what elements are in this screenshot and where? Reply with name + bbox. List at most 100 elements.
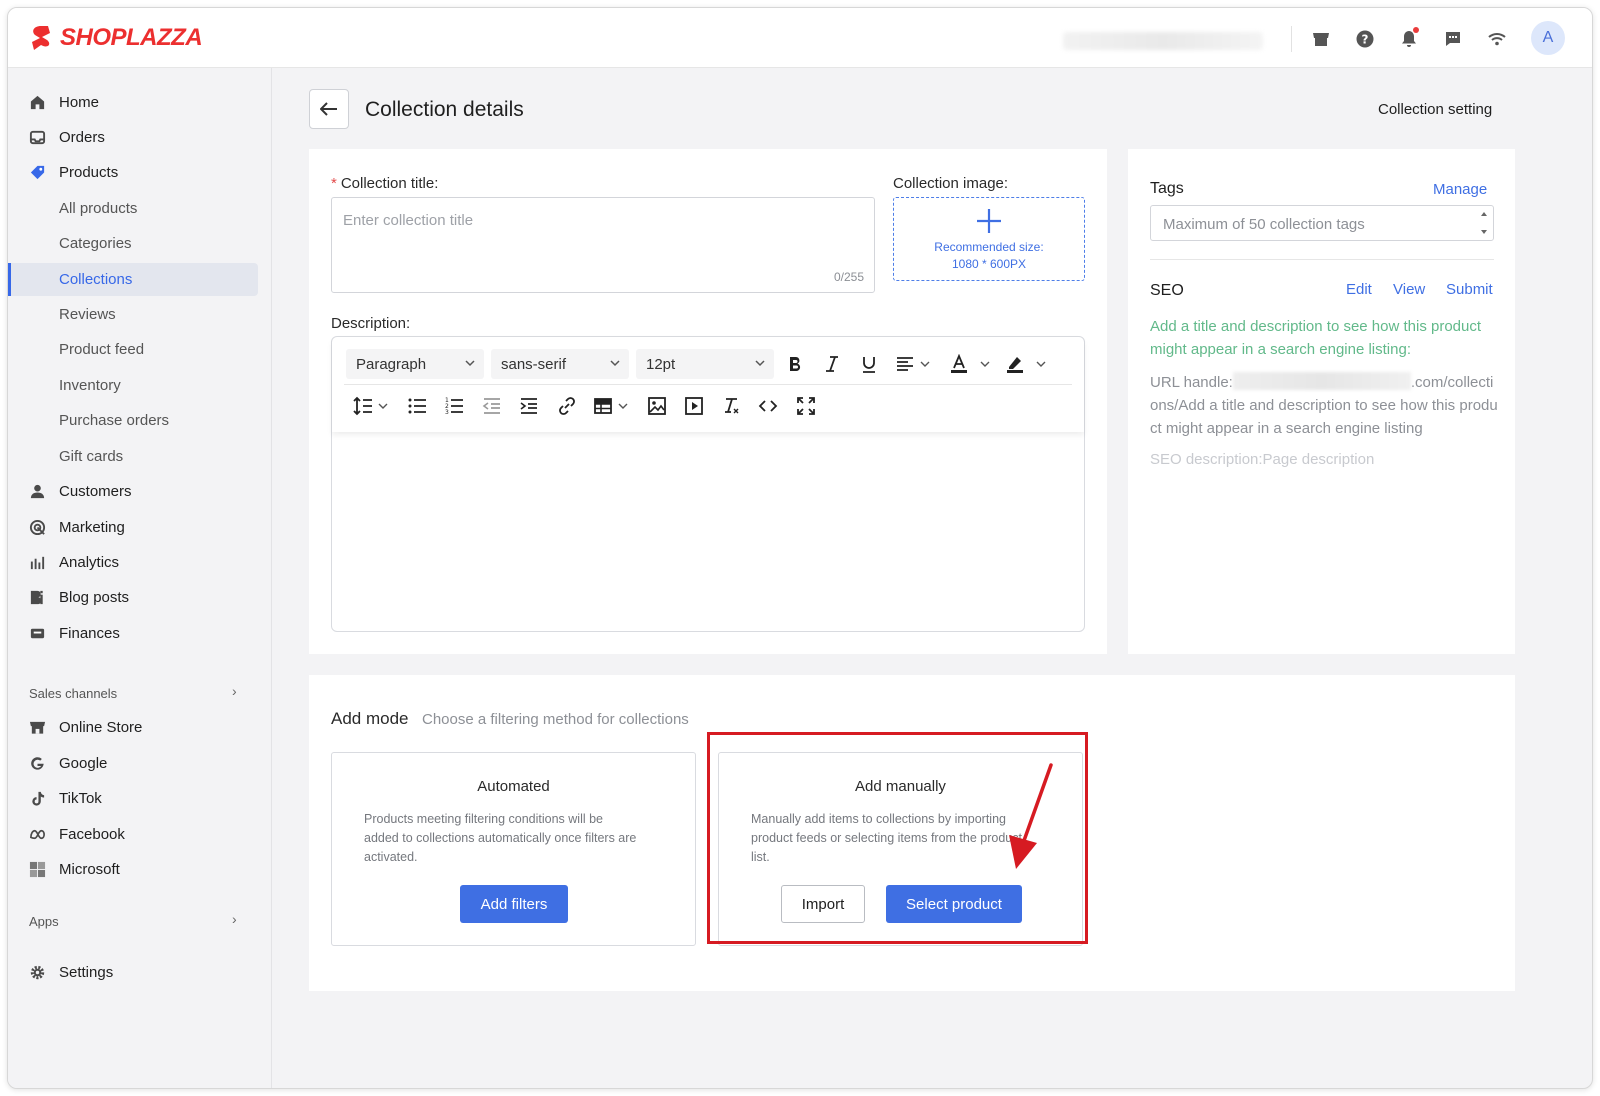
sidebar-sub-collections[interactable]: Collections — [8, 263, 258, 296]
underline-icon[interactable] — [856, 351, 882, 377]
notification-dot — [1413, 27, 1419, 33]
sidebar-sub-categories[interactable]: Categories — [8, 227, 258, 260]
chevron-down-icon[interactable] — [1036, 359, 1046, 369]
description-label: Description: — [331, 315, 411, 332]
blog-icon — [28, 589, 46, 607]
sidebar-item-finances[interactable]: Finances — [8, 617, 258, 650]
link-icon[interactable] — [554, 393, 580, 419]
numbered-list-icon[interactable]: 123 — [441, 393, 467, 419]
google-icon — [28, 755, 46, 773]
help-icon[interactable]: ? — [1352, 26, 1378, 52]
manage-tags-link[interactable]: Manage — [1433, 181, 1487, 198]
sidebar-item-home[interactable]: Home — [8, 86, 258, 119]
font-family-select[interactable]: sans-serif — [491, 349, 629, 379]
tags-seo-card: Tags Manage Maximum of 50 collection tag… — [1128, 149, 1515, 654]
chevron-right-icon[interactable]: › — [232, 911, 237, 927]
clear-format-icon[interactable] — [718, 393, 744, 419]
sidebar-item-orders[interactable]: Orders — [8, 121, 258, 154]
tags-title: Tags — [1150, 180, 1184, 197]
bold-icon[interactable] — [782, 351, 808, 377]
wallet-icon — [28, 625, 46, 643]
sidebar-sub-inventory[interactable]: Inventory — [8, 369, 258, 402]
page-title: Collection details — [365, 98, 524, 121]
italic-icon[interactable] — [819, 351, 845, 377]
chevron-down-icon[interactable] — [378, 401, 388, 411]
wifi-icon[interactable] — [1484, 26, 1510, 52]
chevron-down-icon — [610, 360, 620, 367]
chevron-down-icon[interactable] — [618, 401, 628, 411]
block-format-select[interactable]: Paragraph — [346, 349, 484, 379]
sidebar-item-tiktok[interactable]: TikTok — [8, 782, 258, 815]
chevron-down-icon — [755, 360, 765, 367]
apps-label: Apps — [29, 914, 59, 929]
seo-submit-link[interactable]: Submit — [1446, 281, 1493, 298]
sidebar-item-settings[interactable]: Settings — [8, 956, 258, 989]
sidebar-item-marketing[interactable]: Marketing — [8, 511, 258, 544]
arrow-left-icon — [320, 102, 337, 116]
seo-edit-link[interactable]: Edit — [1346, 281, 1372, 298]
automated-mode-option[interactable]: Automated Products meeting filtering con… — [331, 752, 696, 946]
sidebar-sub-all-products[interactable]: All products — [8, 192, 258, 225]
app-window: SHOPLAZZA ? A Home Orders Products All p… — [7, 7, 1593, 1089]
indent-icon[interactable] — [516, 393, 542, 419]
collection-image-upload[interactable]: Recommended size: 1080 * 600PX — [893, 197, 1085, 281]
sidebar-item-blog-posts[interactable]: Blog posts — [8, 581, 258, 614]
meta-icon — [28, 826, 46, 844]
sidebar-item-products[interactable]: Products — [8, 156, 258, 189]
seo-title: SEO — [1150, 282, 1184, 299]
description-editor[interactable]: Paragraph sans-serif 12pt 1 2 3 — [331, 336, 1085, 632]
font-size-select[interactable]: 12pt — [636, 349, 774, 379]
chevron-right-icon[interactable]: › — [232, 683, 237, 699]
sidebar-item-microsoft[interactable]: Microsoft — [8, 853, 258, 886]
line-height-icon[interactable] — [350, 393, 376, 419]
plus-icon — [977, 209, 1001, 233]
shoplazza-logo-icon — [32, 26, 50, 50]
home-icon — [28, 94, 46, 112]
sidebar-item-google[interactable]: Google — [8, 747, 258, 780]
sidebar-item-analytics[interactable]: Analytics — [8, 546, 258, 579]
collection-title-input[interactable]: Enter collection title 0/255 — [331, 197, 875, 293]
microsoft-icon — [28, 861, 46, 879]
chevron-down-icon[interactable] — [920, 359, 930, 369]
chevron-down-icon — [465, 360, 475, 367]
back-button[interactable] — [309, 89, 349, 129]
sidebar-sub-reviews[interactable]: Reviews — [8, 298, 258, 331]
video-icon[interactable] — [681, 393, 707, 419]
spinner-arrows-icon[interactable] — [1479, 209, 1489, 237]
sidebar-item-customers[interactable]: Customers — [8, 475, 258, 508]
store-icon[interactable] — [1308, 26, 1334, 52]
top-bar: SHOPLAZZA ? A — [8, 8, 1592, 68]
svg-text:?: ? — [1362, 33, 1369, 47]
sidebar-sub-gift-cards[interactable]: Gift cards — [8, 440, 258, 473]
bell-icon[interactable] — [1396, 26, 1422, 52]
gear-icon — [28, 964, 46, 982]
table-icon[interactable] — [590, 393, 616, 419]
brand-logo[interactable]: SHOPLAZZA — [28, 24, 203, 52]
sidebar-item-online-store[interactable]: Online Store — [8, 711, 258, 744]
title-char-count: 0/255 — [833, 270, 864, 284]
text-color-icon[interactable] — [946, 351, 972, 377]
image-icon[interactable] — [644, 393, 670, 419]
add-filters-button[interactable]: Add filters — [460, 885, 568, 923]
chevron-down-icon[interactable] — [980, 359, 990, 369]
sidebar-sub-purchase-orders[interactable]: Purchase orders — [8, 404, 258, 437]
seo-url-handle: URL handle: .com/collections/Add a title … — [1150, 372, 1498, 437]
tiktok-icon — [28, 790, 46, 808]
outdent-icon[interactable] — [479, 393, 505, 419]
bullet-list-icon[interactable] — [404, 393, 430, 419]
inbox-icon — [28, 129, 46, 147]
collection-image-label: Collection image: — [893, 175, 1009, 192]
highlight-icon[interactable] — [1002, 351, 1028, 377]
collection-setting-link[interactable]: Collection setting — [1378, 101, 1492, 118]
fullscreen-icon[interactable] — [793, 393, 819, 419]
editor-toolbar: Paragraph sans-serif 12pt 1 2 3 — [332, 337, 1084, 432]
avatar[interactable]: A — [1531, 21, 1565, 55]
chat-icon[interactable] — [1440, 26, 1466, 52]
align-icon[interactable] — [892, 351, 918, 377]
sidebar-item-facebook[interactable]: Facebook — [8, 818, 258, 851]
code-icon[interactable] — [755, 393, 781, 419]
bar-chart-icon — [28, 554, 46, 572]
seo-view-link[interactable]: View — [1393, 281, 1425, 298]
tags-input[interactable]: Maximum of 50 collection tags — [1150, 205, 1494, 241]
sidebar-sub-product-feed[interactable]: Product feed — [8, 333, 258, 366]
